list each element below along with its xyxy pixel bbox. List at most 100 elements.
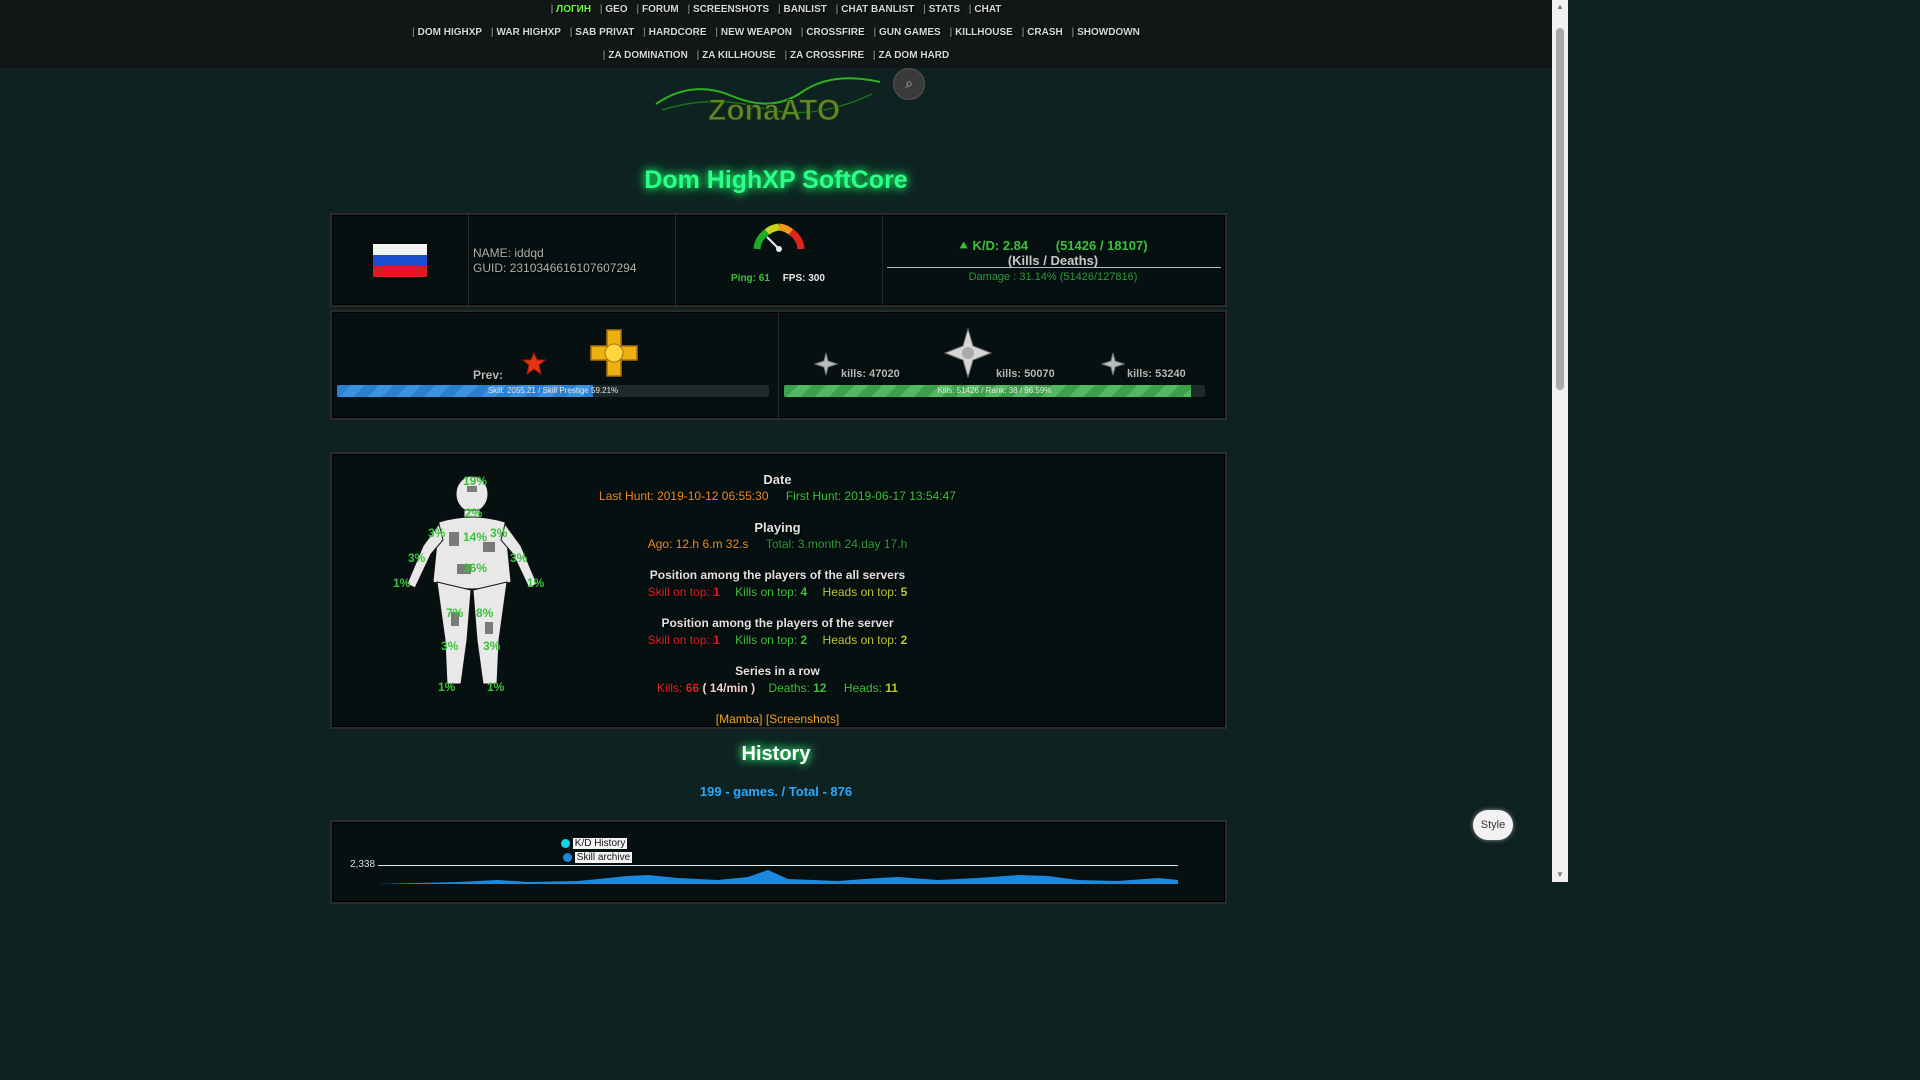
nav-link-stats[interactable]: STATS	[923, 4, 960, 15]
nav-link-chat-banlist[interactable]: CHAT BANLIST	[836, 4, 915, 15]
next-rank-icon	[1101, 352, 1125, 376]
pos-all-heads: 5	[900, 585, 908, 599]
series-heads-label: Heads:	[843, 681, 882, 695]
name-label: NAME:	[473, 246, 512, 260]
search-icon: ⌕	[905, 75, 913, 91]
rank-cell: kills: 47020 kills: 50070 kills: 53240 K…	[779, 312, 1223, 418]
rank-progress-text: Kills: 51426 / Rank: 38 / 96.59%	[937, 386, 1052, 395]
pos-server-kills-label: Kills on top:	[735, 633, 798, 647]
hunt-dates: Last Hunt: 2019-10-12 06:55:30 First Hun…	[532, 489, 1023, 503]
kd-label: K/D:	[972, 238, 1000, 253]
last-hunt: Last Hunt: 2019-10-12 06:55:30	[599, 489, 769, 503]
hit-chest: 14%	[463, 530, 488, 544]
style-button[interactable]: Style	[1473, 810, 1513, 840]
top-navigation: ЛОГИН GEO FORUM SCREENSHOTS BANLIST CHAT…	[0, 0, 1552, 68]
hit-stomach: 36%	[463, 561, 488, 575]
player-guid: 2310346616107607294	[509, 261, 637, 275]
hit-left-foot: 1%	[438, 680, 456, 694]
pos-all-kills-label: Kills on top:	[735, 585, 798, 599]
date-title: Date	[763, 472, 792, 487]
series-values: Kills: 66 ( 14/min ) Deaths: 12 Heads: 1…	[532, 681, 1023, 695]
damage-text: Damage : 31.14% (51426/127816)	[968, 271, 1138, 283]
player-name: iddqd	[514, 246, 544, 260]
skill-progress-text: Skill: 2055.21 / Skill Prestige 59.21%	[487, 386, 619, 395]
series-kills-label: Kills:	[657, 681, 683, 695]
scrollbar-thumb[interactable]	[1556, 28, 1564, 390]
first-hunt: First Hunt: 2019-06-17 13:54:47	[785, 489, 956, 503]
scroll-down-arrow-icon[interactable]: ▼	[1552, 868, 1568, 882]
legend-kd-history[interactable]: K/D History	[561, 838, 628, 849]
ping-gauge-icon	[753, 223, 805, 252]
search-button[interactable]: ⌕	[893, 68, 925, 100]
nav-link-za-crossfire[interactable]: ZA CROSSFIRE	[784, 50, 864, 61]
nav-link-crossfire[interactable]: CROSSFIRE	[801, 27, 865, 38]
history-title: History	[741, 743, 811, 765]
nav-link-login[interactable]: ЛОГИН	[551, 4, 591, 15]
skill-progress-bar: Skill: 2055.21 / Skill Prestige 59.21%	[337, 385, 769, 397]
playing-title: Playing	[754, 520, 801, 535]
nav-link-war-highxp[interactable]: WAR HIGHXP	[491, 27, 561, 38]
nav-link-za-domination[interactable]: ZA DOMINATION	[603, 50, 688, 61]
flag-cell	[332, 215, 469, 305]
connection-cell: Ping: 61 FPS: 300	[676, 215, 883, 305]
rank-up-icon: ⯅	[958, 238, 969, 253]
nav-link-screenshots[interactable]: SCREENSHOTS	[687, 4, 769, 15]
rank-prev-kills: kills: 47020	[841, 368, 900, 380]
name-cell: NAME: iddqd GUID: 2310346616107607294	[469, 215, 676, 305]
nav-row-main: ЛОГИН GEO FORUM SCREENSHOTS BANLIST CHAT…	[0, 4, 1552, 15]
player-links[interactable]: [Mamba] [Screenshots]	[532, 712, 1023, 726]
nav-link-forum[interactable]: FORUM	[636, 4, 678, 15]
fps-value: 300	[808, 273, 825, 284]
nav-link-gun-games[interactable]: GUN GAMES	[873, 27, 940, 38]
nav-link-killhouse[interactable]: KILLHOUSE	[949, 27, 1012, 38]
playing-total: Total: 3.month 24.day 17.h	[765, 537, 908, 551]
hit-right-shoulder: 3%	[490, 526, 508, 540]
series-kills: 66	[685, 681, 700, 695]
pos-all-title: Position among the players of the all se…	[649, 568, 906, 582]
legend-kd-label: K/D History	[572, 838, 628, 849]
pos-all-skill: 1	[713, 585, 720, 599]
scroll-up-arrow-icon[interactable]: ▲	[1552, 0, 1568, 14]
nav-link-za-killhouse[interactable]: ZA KILLHOUSE	[697, 50, 776, 61]
nav-link-crash[interactable]: CRASH	[1022, 27, 1063, 38]
prev-rank-icon	[814, 352, 838, 376]
pos-server-heads-label: Heads on top:	[822, 633, 898, 647]
pos-server-heads: 2	[900, 633, 908, 647]
history-subtitle: 199 - games. / Total - 876	[699, 784, 853, 799]
rank-current-kills: kills: 50070	[996, 368, 1055, 380]
nav-link-hardcore[interactable]: HARDCORE	[643, 27, 706, 38]
nav-link-banlist[interactable]: BANLIST	[778, 4, 827, 15]
player-info-panel: NAME: iddqd GUID: 2310346616107607294 Pi…	[330, 213, 1227, 307]
nav-link-new-weapon[interactable]: NEW WEAPON	[715, 27, 792, 38]
prev-skill-star-icon	[522, 352, 546, 376]
nav-link-za-dom-hard[interactable]: ZA DOM HARD	[873, 50, 949, 61]
hit-neck: 2%	[465, 506, 483, 520]
series-title: Series in a row	[735, 664, 820, 678]
hit-right-foot: 1%	[487, 680, 505, 694]
chart-y-tick: 2,338	[350, 859, 376, 870]
history-chart-panel: K/D History Skill archive 2,338	[330, 820, 1227, 904]
nav-link-geo[interactable]: GEO	[600, 4, 628, 15]
russia-flag-icon	[373, 244, 427, 277]
ping-label: Ping:	[731, 273, 756, 284]
site-logo[interactable]: ZonaATO	[652, 74, 884, 132]
kd-divider	[887, 267, 1221, 268]
nav-link-sab-privat[interactable]: SAB PRIVAT	[570, 27, 635, 38]
page-scrollbar[interactable]: ▲ ▼	[1552, 0, 1568, 882]
nav-link-chat[interactable]: CHAT	[969, 4, 1002, 15]
nav-link-showdown[interactable]: SHOWDOWN	[1072, 27, 1140, 38]
legend-kd-dot-icon	[561, 838, 570, 848]
hit-right-thigh: 8%	[476, 606, 494, 620]
legend-skill-dot-icon	[563, 852, 572, 862]
legend-skill-archive[interactable]: Skill archive	[563, 852, 633, 863]
chart-series-area	[378, 870, 1178, 884]
hit-left-thigh: 7%	[446, 606, 464, 620]
nav-link-dom-highxp[interactable]: DOM HIGHXP	[412, 27, 482, 38]
series-deaths-label: Deaths:	[768, 681, 810, 695]
hit-right-calf: 3%	[483, 639, 501, 653]
series-kills-per-min: ( 14/min )	[702, 681, 756, 695]
current-rank-icon	[944, 328, 992, 378]
nav-row-servers: DOM HIGHXP WAR HIGHXP SAB PRIVAT HARDCOR…	[0, 27, 1552, 38]
hit-left-calf: 3%	[441, 639, 459, 653]
hit-left-upper-arm: 3%	[408, 551, 426, 565]
